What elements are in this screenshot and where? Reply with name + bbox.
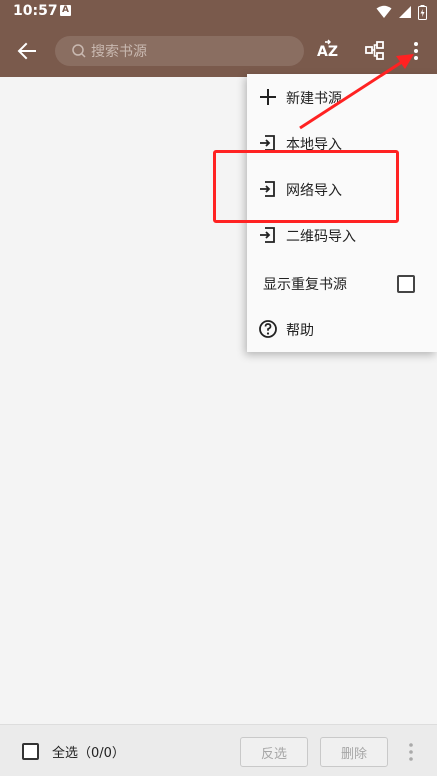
help-icon — [259, 320, 277, 338]
delete-button[interactable]: 删除 — [320, 737, 388, 767]
menu-item-label: 新建书源 — [286, 91, 342, 107]
select-all-checkbox[interactable] — [22, 743, 39, 760]
menu-item-label: 二维码导入 — [286, 229, 356, 245]
battery-icon — [418, 4, 427, 20]
invert-selection-button[interactable]: 反选 — [240, 737, 308, 767]
menu-item-new-source[interactable]: 新建书源 — [247, 74, 437, 120]
menu-item-help[interactable]: 帮助 — [247, 306, 437, 352]
bottom-action-bar: 全选（0/0） 反选 删除 — [0, 724, 437, 776]
highlight-box — [213, 150, 399, 223]
menu-item-show-duplicates[interactable]: 显示重复书源 — [247, 260, 437, 306]
more-vertical-icon[interactable] — [406, 741, 416, 763]
wifi-icon — [376, 5, 392, 18]
sort-button[interactable]: AZ — [314, 37, 342, 65]
search-icon — [72, 44, 86, 58]
status-time: 10:57 — [13, 3, 58, 19]
notification-icon: A — [60, 5, 71, 16]
select-all-label[interactable]: 全选（0/0） — [52, 742, 125, 761]
toolbar: AZ — [0, 24, 437, 77]
group-button[interactable] — [361, 37, 389, 65]
status-bar: 10:57 A — [0, 0, 437, 24]
show-duplicates-checkbox[interactable] — [397, 275, 415, 293]
back-button[interactable] — [14, 38, 40, 64]
svg-text:AZ: AZ — [317, 44, 338, 60]
signal-icon — [399, 6, 411, 18]
status-icons — [376, 4, 427, 20]
menu-item-label: 显示重复书源 — [263, 277, 347, 293]
menu-item-label: 帮助 — [286, 323, 314, 339]
group-icon — [365, 41, 384, 60]
more-button[interactable] — [402, 37, 430, 65]
search-input[interactable] — [89, 36, 293, 68]
arrow-left-icon — [17, 42, 36, 60]
plus-icon — [260, 89, 276, 105]
sort-az-icon: AZ — [317, 39, 338, 60]
search-box[interactable] — [55, 36, 304, 68]
import-icon — [260, 227, 275, 243]
more-vertical-icon — [414, 42, 418, 60]
